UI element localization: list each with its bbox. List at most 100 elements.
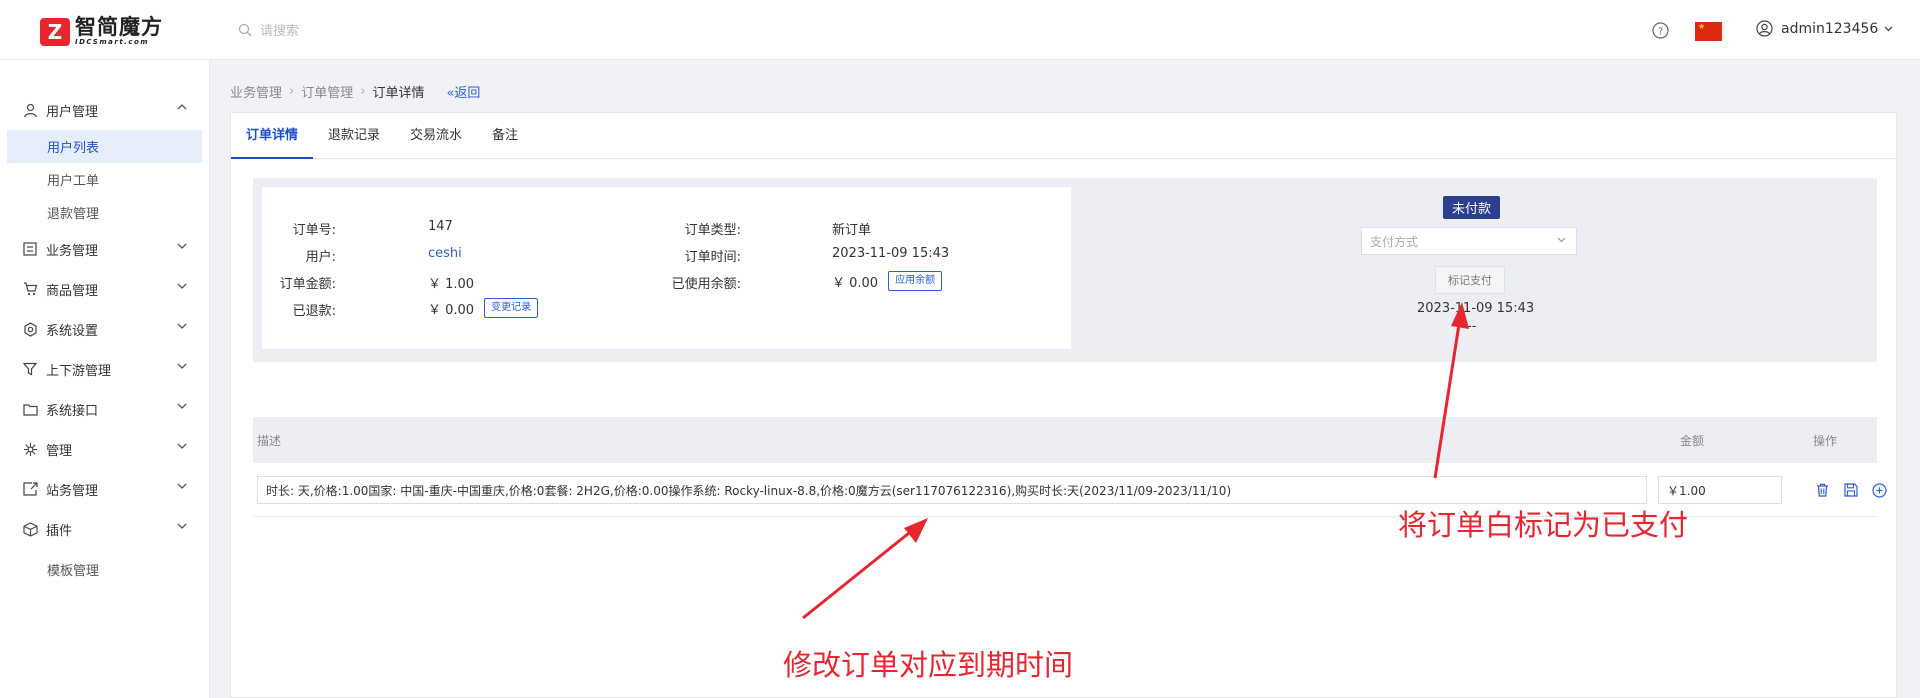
logo[interactable]: Z 智简魔方 IDCSmart.com bbox=[40, 16, 163, 47]
sidebar-item-label: 商品管理 bbox=[46, 283, 99, 299]
user-icon bbox=[22, 102, 38, 118]
column-header-desc: 描述 bbox=[257, 434, 282, 448]
order-no-label: 订单号: bbox=[292, 223, 336, 238]
sidebar-item-management[interactable]: 管理 bbox=[0, 429, 209, 469]
top-header: Z 智简魔方 IDCSmart.com 请搜索 ? ★ admin123456 bbox=[0, 0, 1920, 60]
chevron-down-icon bbox=[177, 443, 187, 449]
logo-icon: Z bbox=[40, 17, 70, 46]
balance-used-label: 已使用余额: bbox=[671, 277, 741, 292]
order-type-value: 新订单 bbox=[832, 223, 872, 238]
tab-bar: 订单详情 退款记录 交易流水 备注 bbox=[231, 113, 1896, 159]
sidebar-item-label: 用户管理 bbox=[46, 104, 99, 120]
logo-sub-text: IDCSmart.com bbox=[75, 38, 150, 46]
sidebar: 用户管理 用户列表 用户工单 退款管理 业务管理 商品管理 系统设置 上下游管理… bbox=[0, 60, 210, 698]
sidebar-item-plugins[interactable]: 插件 bbox=[0, 509, 209, 549]
user-label: 用户: bbox=[305, 250, 336, 265]
chevron-down-icon bbox=[177, 483, 187, 489]
tab-refund-records[interactable]: 退款记录 bbox=[313, 113, 395, 159]
chevron-down-icon bbox=[177, 403, 187, 409]
folder-icon bbox=[22, 401, 38, 417]
logo-main-text: 智简魔方 bbox=[75, 15, 163, 39]
order-time-label: 订单时间: bbox=[684, 250, 741, 265]
mark-paid-button[interactable]: 标记支付 bbox=[1435, 266, 1505, 294]
sidebar-item-product-management[interactable]: 商品管理 bbox=[0, 269, 209, 309]
sidebar-item-site-management[interactable]: 站务管理 bbox=[0, 469, 209, 509]
sidebar-subitem-user-list[interactable]: 用户列表 bbox=[7, 130, 202, 163]
add-circle-icon[interactable] bbox=[1872, 483, 1887, 498]
column-header-ops: 操作 bbox=[1813, 434, 1838, 448]
china-flag-icon[interactable]: ★ bbox=[1695, 22, 1722, 41]
refunded-label: 已退款: bbox=[292, 304, 336, 319]
user-menu[interactable]: admin123456 bbox=[1756, 20, 1901, 37]
order-info-card: 订单号: 用户: 订单金额: 已退款: 147 ceshi ￥ 1.00 ￥ 0… bbox=[262, 187, 1071, 349]
apply-balance-button[interactable]: 应用余额 bbox=[888, 271, 943, 291]
tab-transactions[interactable]: 交易流水 bbox=[395, 113, 477, 159]
annotation-mark-paid: 将订单白标记为已支付 bbox=[1398, 508, 1689, 542]
search-box[interactable]: 请搜索 bbox=[238, 20, 299, 39]
svg-text:?: ? bbox=[1658, 27, 1663, 38]
sidebar-subitem-refund-management[interactable]: 退款管理 bbox=[0, 196, 209, 229]
sidebar-item-system-interface[interactable]: 系统接口 bbox=[0, 389, 209, 429]
sidebar-item-label: 上下游管理 bbox=[46, 363, 112, 379]
breadcrumb-separator: › bbox=[289, 84, 295, 99]
chevron-down-icon bbox=[177, 523, 187, 529]
breadcrumb-item[interactable]: 订单管理 bbox=[301, 82, 353, 101]
save-icon[interactable] bbox=[1844, 483, 1858, 497]
back-link[interactable]: «返回 bbox=[446, 82, 480, 101]
gear-icon bbox=[22, 321, 38, 337]
sidebar-item-template-management[interactable]: 模板管理 bbox=[0, 549, 209, 589]
sidebar-item-system-settings[interactable]: 系统设置 bbox=[0, 309, 209, 349]
order-time-value: 2023-11-09 15:43 bbox=[832, 246, 950, 261]
breadcrumb: 业务管理 › 订单管理 › 订单详情 «返回 bbox=[230, 82, 480, 101]
balance-used-value: ￥ 0.00 bbox=[832, 275, 879, 291]
chevron-down-icon bbox=[177, 323, 187, 329]
column-header-amount: 金额 bbox=[1680, 434, 1705, 448]
cube-icon bbox=[22, 521, 38, 537]
sidebar-item-label: 系统接口 bbox=[46, 403, 99, 419]
user-link[interactable]: ceshi bbox=[428, 246, 462, 261]
chevron-up-icon bbox=[177, 104, 187, 110]
payment-method-select[interactable]: 支付方式 bbox=[1361, 227, 1577, 255]
delete-icon[interactable] bbox=[1816, 483, 1829, 497]
sidebar-item-upstream-downstream[interactable]: 上下游管理 bbox=[0, 349, 209, 389]
sidebar-subitem-user-tickets[interactable]: 用户工单 bbox=[0, 163, 209, 196]
amount-value: ￥ 1.00 bbox=[428, 277, 475, 292]
filter-icon bbox=[22, 361, 38, 377]
chevron-down-icon bbox=[177, 283, 187, 289]
amount-label: 订单金额: bbox=[279, 277, 336, 292]
order-no-value: 147 bbox=[428, 219, 453, 234]
amount-input[interactable]: ￥1.00 bbox=[1658, 476, 1782, 504]
sidebar-item-label: 站务管理 bbox=[46, 483, 99, 499]
order-detail-panel: 订单详情 退款记录 交易流水 备注 订单号: 用户: 订单金额: 已退款: 14… bbox=[230, 112, 1897, 698]
chevron-down-icon bbox=[177, 243, 187, 249]
sun-icon bbox=[22, 441, 38, 457]
sidebar-item-label: 业务管理 bbox=[46, 243, 99, 259]
change-log-button[interactable]: 变更记录 bbox=[484, 298, 539, 318]
annotation-modify-expiry: 修改订单对应到期时间 bbox=[783, 648, 1074, 682]
sidebar-item-label: 管理 bbox=[46, 443, 73, 459]
table-header: 描述 金额 操作 bbox=[253, 417, 1877, 463]
sidebar-item-user-management[interactable]: 用户管理 bbox=[0, 90, 209, 130]
sidebar-item-label: 插件 bbox=[46, 523, 73, 539]
order-info-section: 订单号: 用户: 订单金额: 已退款: 147 ceshi ￥ 1.00 ￥ 0… bbox=[253, 178, 1877, 362]
cart-icon bbox=[22, 281, 38, 297]
payment-dash: -- bbox=[1467, 319, 1477, 334]
list-icon bbox=[22, 241, 38, 257]
refunded-value: ￥ 0.00 bbox=[428, 302, 475, 318]
tab-order-detail[interactable]: 订单详情 bbox=[231, 113, 314, 159]
breadcrumb-item[interactable]: 业务管理 bbox=[230, 82, 282, 101]
username: admin123456 bbox=[1781, 20, 1879, 37]
chevron-down-icon bbox=[1557, 237, 1566, 243]
search-input[interactable]: 请搜索 bbox=[260, 20, 299, 39]
sidebar-item-business-management[interactable]: 业务管理 bbox=[0, 229, 209, 269]
chevron-down-icon bbox=[177, 363, 187, 369]
breadcrumb-current: 订单详情 bbox=[372, 86, 425, 101]
order-type-label: 订单类型: bbox=[684, 223, 741, 238]
sidebar-item-label: 系统设置 bbox=[46, 323, 99, 339]
help-icon[interactable]: ? bbox=[1652, 22, 1669, 43]
user-circle-icon bbox=[1756, 20, 1773, 37]
description-input[interactable]: 时长: 天,价格:1.00国家: 中国-重庆-中国重庆,价格:0套餐: 2H2G… bbox=[257, 476, 1647, 504]
tab-notes[interactable]: 备注 bbox=[477, 113, 533, 159]
breadcrumb-separator: › bbox=[360, 84, 366, 99]
payment-status-badge: 未付款 bbox=[1443, 196, 1501, 219]
